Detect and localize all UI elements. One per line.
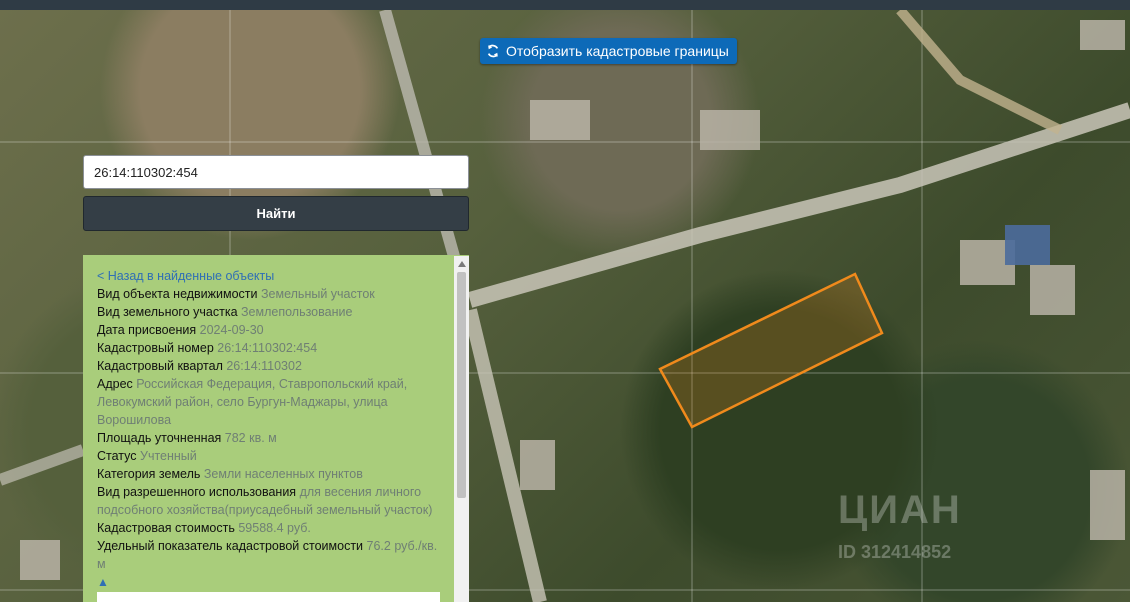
back-to-results-link[interactable]: < Назад в найденные объекты bbox=[97, 267, 447, 285]
field-land-category: Категория земель Земли населенных пункто… bbox=[97, 467, 363, 481]
scroll-up-icon[interactable] bbox=[454, 256, 469, 271]
field-land-type: Вид земельного участка Землепользование bbox=[97, 305, 353, 319]
field-cadastral-value: Кадастровая стоимость 59588.4 руб. bbox=[97, 521, 311, 535]
field-address: Адрес Российская Федерация, Ставропольск… bbox=[97, 377, 408, 427]
object-info-panel: < Назад в найденные объекты Вид объекта … bbox=[83, 255, 469, 602]
field-specific-value: Удельный показатель кадастровой стоимост… bbox=[97, 539, 438, 571]
show-cadastre-borders-label: Отобразить кадастровые границы bbox=[506, 43, 729, 59]
field-area: Площадь уточненная 782 кв. м bbox=[97, 431, 277, 445]
watermark: ЦИАН bbox=[838, 488, 962, 532]
field-assign-date: Дата присвоения 2024-09-30 bbox=[97, 323, 264, 337]
panel-footer-box bbox=[97, 592, 440, 602]
field-status: Статус Учтенный bbox=[97, 449, 197, 463]
refresh-icon bbox=[486, 44, 500, 58]
field-permitted-use: Вид разрешенного использования для весен… bbox=[97, 485, 433, 517]
top-bar bbox=[0, 0, 1130, 10]
panel-scrollbar[interactable] bbox=[454, 256, 469, 602]
field-cadastral-quarter: Кадастровый квартал 26:14:110302 bbox=[97, 359, 302, 373]
field-object-type: Вид объекта недвижимости Земельный участ… bbox=[97, 287, 375, 301]
watermark-id: ID 312414852 bbox=[838, 542, 952, 562]
show-cadastre-borders-button[interactable]: Отобразить кадастровые границы bbox=[480, 38, 737, 64]
scrollbar-thumb[interactable] bbox=[457, 272, 466, 498]
search-button[interactable]: Найти bbox=[83, 196, 469, 231]
object-info-content: < Назад в найденные объекты Вид объекта … bbox=[97, 267, 447, 591]
collapse-arrow-icon[interactable]: ▲ bbox=[97, 573, 447, 591]
field-cadastral-number: Кадастровый номер 26:14:110302:454 bbox=[97, 341, 318, 355]
cadastre-search-input[interactable] bbox=[83, 155, 469, 189]
